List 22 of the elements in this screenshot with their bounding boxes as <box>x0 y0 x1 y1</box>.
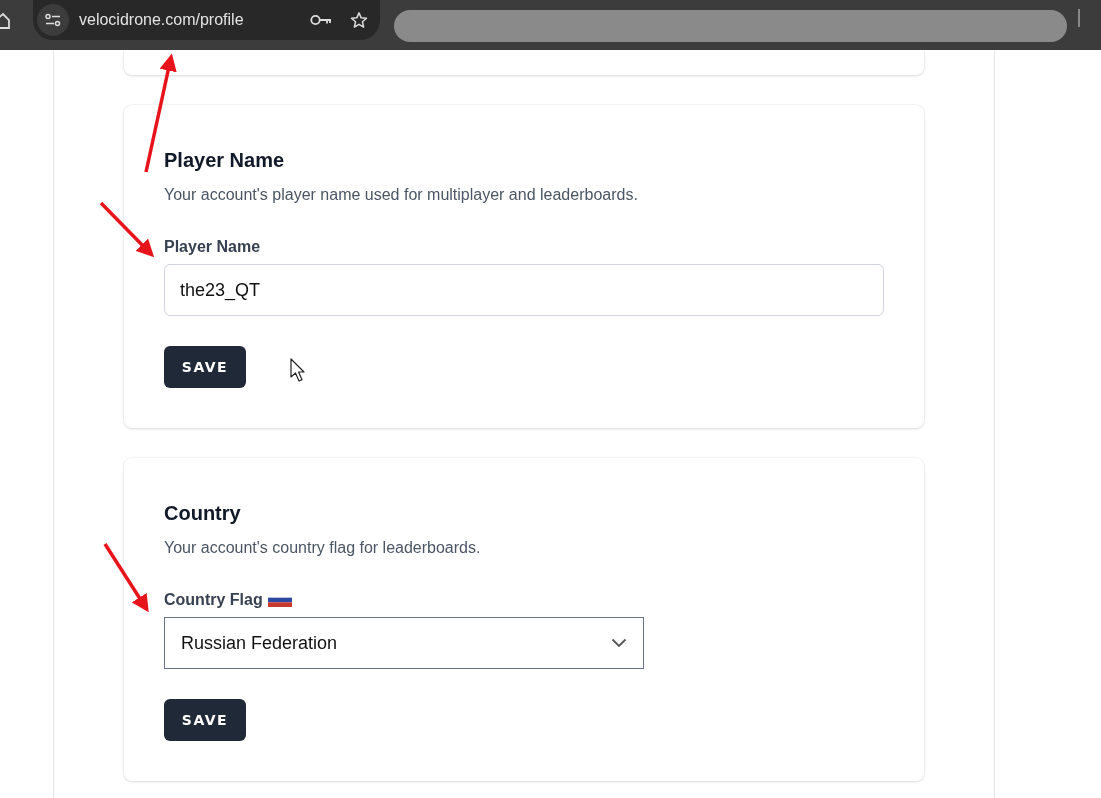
address-bar[interactable]: velocidrone.com/profile <box>33 0 380 40</box>
country-dropdown[interactable]: Russian Federation <box>164 617 644 669</box>
toolbar-divider <box>1078 9 1080 27</box>
field-label: Country Flag <box>164 591 263 609</box>
section-title: Country <box>164 502 242 525</box>
section-title: Player Name <box>164 149 286 172</box>
star-icon[interactable] <box>350 11 368 29</box>
mouse-cursor-icon <box>290 358 306 382</box>
field-label: Player Name <box>164 238 261 256</box>
save-button[interactable]: SAVE <box>164 699 246 741</box>
section-description: Your account's country flag for leaderboards. <box>164 539 482 557</box>
site-settings-button[interactable] <box>37 4 69 36</box>
annotation-arrow <box>103 543 149 613</box>
url-text: velocidrone.com/profile <box>79 11 245 29</box>
annotation-arrow <box>99 201 155 258</box>
home-icon[interactable] <box>0 12 10 30</box>
section-description: Your account's player name used for multiplayer and leaderboards. <box>164 186 639 204</box>
chevron-down-icon <box>611 638 627 648</box>
key-icon[interactable] <box>310 14 332 26</box>
sliders-icon <box>45 13 61 27</box>
player-name-input[interactable]: the23_QT <box>164 264 884 316</box>
save-button[interactable]: SAVE <box>164 346 246 388</box>
